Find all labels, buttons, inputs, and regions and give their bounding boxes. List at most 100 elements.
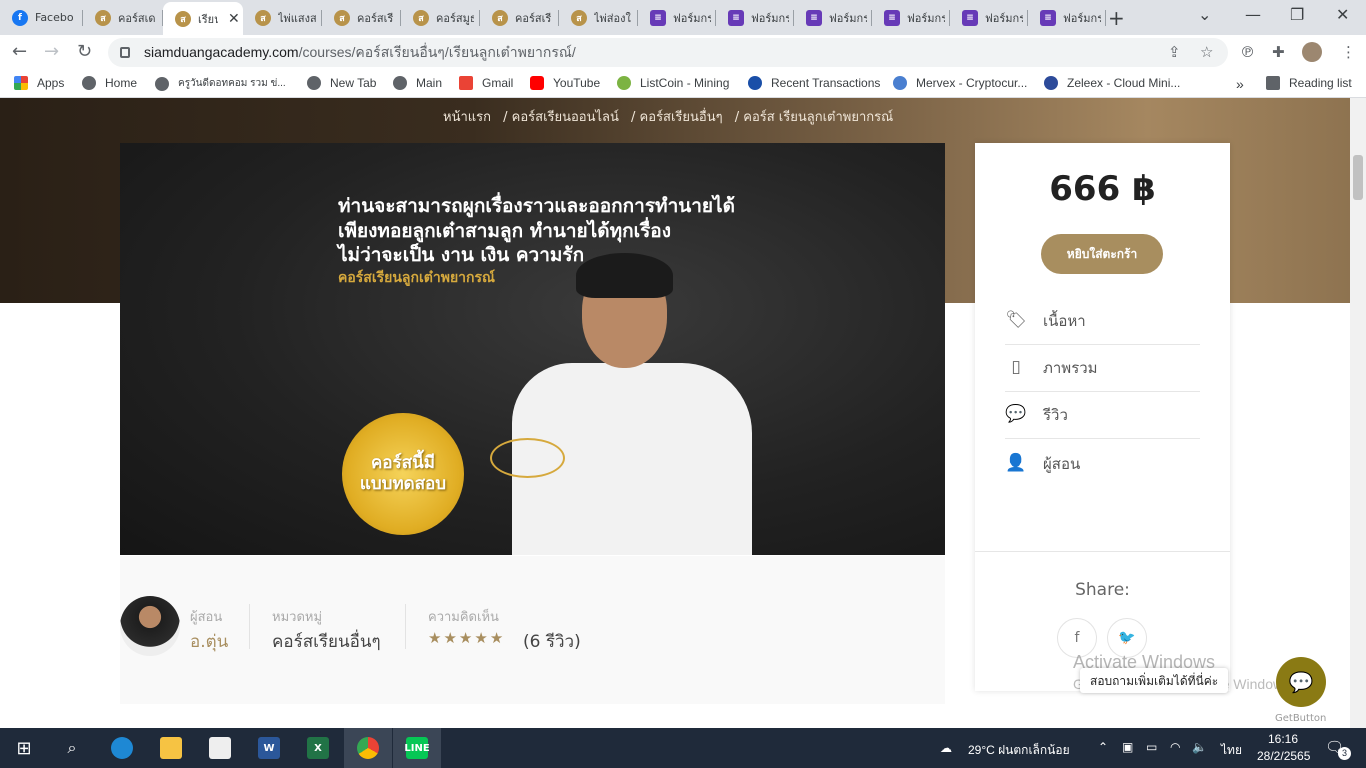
minimize-button[interactable]: — (1245, 5, 1261, 24)
more-bookmarks-button[interactable]: » (1236, 76, 1244, 92)
wifi-icon[interactable]: ◠ (1170, 740, 1180, 754)
siamduang-icon: ส (255, 9, 271, 26)
star-icon: ★ (443, 629, 459, 647)
course-meta-bar: ผู้สอน อ.ตุ่น หมวดหมู่ คอร์สเรียนอื่นๆ ค… (120, 556, 945, 704)
close-window-button[interactable]: ✕ (1336, 5, 1349, 24)
forms-icon: ≡ (1040, 9, 1056, 26)
windows-logo-icon: ⊞ (16, 737, 32, 759)
tab-active[interactable]: สเรียน ✕ (163, 2, 243, 35)
clock-time[interactable]: 16:16 (1268, 732, 1298, 746)
excel-app[interactable]: X (294, 728, 342, 768)
profile-avatar[interactable] (1302, 42, 1322, 62)
pinterest-icon[interactable]: ℗ (1240, 43, 1255, 61)
star-icon: ★ (474, 629, 490, 647)
sidebar-item-instructor[interactable]: 👤 ผู้สอน (1005, 440, 1200, 487)
bookmark-new-tab[interactable]: New Tab (307, 76, 376, 90)
edge-app[interactable] (98, 728, 146, 768)
course-price: 666 ฿ (1049, 169, 1156, 209)
tab[interactable]: ≡ ฟอร์มกร (872, 4, 950, 31)
new-tab-button[interactable]: + (1108, 6, 1125, 30)
extensions-icon[interactable]: ✚ (1272, 43, 1285, 61)
dice-orb-icon (490, 438, 565, 478)
file-explorer-app[interactable] (147, 728, 195, 768)
battery-icon[interactable]: ▭ (1146, 740, 1157, 754)
bookmark-star-icon[interactable]: ☆ (1200, 43, 1213, 61)
tab[interactable]: ≡ ฟอร์มกร (1028, 4, 1106, 31)
sidebar-item-overview[interactable]: ▯ ภาพรวม (1005, 345, 1200, 392)
page-scrollbar[interactable] (1350, 98, 1366, 728)
tab[interactable]: สคอร์สมูธ (401, 4, 480, 31)
url-input[interactable]: siamduangacademy.com/courses/คอร์สเรียนอ… (108, 38, 1228, 67)
category-value[interactable]: คอร์สเรียนอื่นๆ (272, 628, 381, 655)
tab-search-icon[interactable]: ⌄ (1198, 5, 1211, 24)
share-icon[interactable]: ⇪ (1168, 43, 1181, 61)
gmail-icon (459, 76, 473, 90)
input-language[interactable]: ไทย (1221, 741, 1242, 760)
banner-subtitle: คอร์สเรียนลูกเต๋าพยากรณ์ (338, 270, 495, 286)
tab[interactable]: สไพ่แสงส (243, 4, 322, 31)
breadcrumb-other-courses[interactable]: / คอร์สเรียนอื่นๆ (631, 110, 723, 125)
tab[interactable]: ≡ ฟอร์มกร (794, 4, 872, 31)
bookmark-listcoin[interactable]: ListCoin - Mining (617, 76, 729, 90)
sidebar-item-reviews[interactable]: 💬 รีวิว (1005, 392, 1200, 439)
reading-list-button[interactable]: Reading list (1266, 76, 1352, 90)
bookmark-gmail[interactable]: Gmail (459, 76, 513, 90)
close-tab-icon[interactable]: ✕ (228, 11, 240, 27)
sidebar-item-content[interactable]: 🏷 เนื้อหา (1005, 298, 1200, 345)
back-icon[interactable]: ← (12, 41, 27, 62)
clock-date[interactable]: 28/2/2565 (1257, 749, 1310, 763)
volume-icon[interactable]: 🔈 (1192, 740, 1207, 754)
bookmark-youtube[interactable]: YouTube (530, 76, 600, 90)
windows-taskbar: ⊞ ⌕ W X LINE ☁ 29°C ฝนตกเล็กน้อย ⌃ ▣ ▭ ◠… (0, 728, 1366, 768)
meet-now-icon[interactable]: ▣ (1122, 740, 1133, 754)
reload-icon[interactable]: ↻ (77, 41, 92, 62)
bookmark-home[interactable]: Home (82, 76, 137, 90)
tab[interactable]: ≡ ฟอร์มกร (950, 4, 1028, 31)
scroll-thumb[interactable] (1353, 155, 1363, 200)
tab[interactable]: fFacebook (0, 4, 83, 31)
instructor-name[interactable]: อ.ตุ่น (190, 628, 228, 655)
weather-text[interactable]: 29°C ฝนตกเล็กน้อย (968, 741, 1070, 760)
bookmark-recent-transactions[interactable]: Recent Transactions (748, 76, 880, 90)
bookmark-kruwandee[interactable]: ครูวันดีดอทคอม รวม ข่... (155, 76, 286, 91)
tab-strip: fFacebook สคอร์สเด สเรียน✕ สไพ่แสงส สคอร… (0, 0, 1366, 35)
breadcrumb-home[interactable]: หน้าแรก (443, 110, 491, 125)
course-sidebar: 666 ฿ หยิบใส่ตะกร้า 🏷 เนื้อหา ▯ ภาพรวม 💬 รี… (975, 143, 1230, 691)
forms-icon: ≡ (650, 9, 666, 26)
forward-icon[interactable]: → (44, 41, 59, 62)
user-icon: 👤 (1005, 452, 1027, 473)
rating-stars: ★★★★★ (428, 629, 505, 647)
bookmark-apps[interactable]: Apps (14, 76, 64, 90)
tab[interactable]: สคอร์สเรี (480, 4, 559, 31)
youtube-icon (530, 76, 544, 90)
document-icon: ▯ (1011, 357, 1021, 377)
tab[interactable]: สคอร์สเด (83, 4, 163, 31)
line-app[interactable]: LINE (393, 728, 441, 768)
chrome-icon (357, 737, 379, 759)
bookmark-main[interactable]: Main (393, 76, 442, 90)
tab[interactable]: สไพ่ส่องใ (559, 4, 638, 31)
chat-prompt-bubble[interactable]: สอบถามเพิ่มเติมได้ที่นี่ค่ะ (1080, 668, 1229, 693)
siamduang-icon: ส (413, 9, 429, 26)
tray-chevron-icon[interactable]: ⌃ (1098, 740, 1108, 754)
search-button[interactable]: ⌕ (48, 728, 96, 768)
add-to-cart-button[interactable]: หยิบใส่ตะกร้า (1041, 234, 1163, 274)
tab[interactable]: ≡ ฟอร์มกร (716, 4, 794, 31)
tab[interactable]: สคอร์สเรี (322, 4, 401, 31)
store-app[interactable] (196, 728, 244, 768)
bookmark-zeleex[interactable]: Zeleex - Cloud Mini... (1044, 76, 1180, 90)
word-app[interactable]: W (245, 728, 293, 768)
folder-icon (160, 737, 182, 759)
maximize-button[interactable]: ❐ (1290, 5, 1304, 24)
instructor-avatar[interactable] (120, 596, 180, 656)
breadcrumb-online-courses[interactable]: / คอร์สเรียนออนไลน์ (503, 110, 619, 125)
tab[interactable]: ≡ ฟอร์มกร (638, 4, 716, 31)
chat-button[interactable]: 💬 (1276, 657, 1326, 707)
weather-icon[interactable]: ☁ (940, 741, 952, 755)
review-count: (6 รีวิว) (523, 632, 581, 652)
chrome-app[interactable] (344, 728, 392, 768)
store-icon (209, 737, 231, 759)
bookmark-mervex[interactable]: Mervex - Cryptocur... (893, 76, 1027, 90)
menu-icon[interactable]: ⋮ (1341, 43, 1356, 61)
start-button[interactable]: ⊞ (0, 728, 48, 768)
